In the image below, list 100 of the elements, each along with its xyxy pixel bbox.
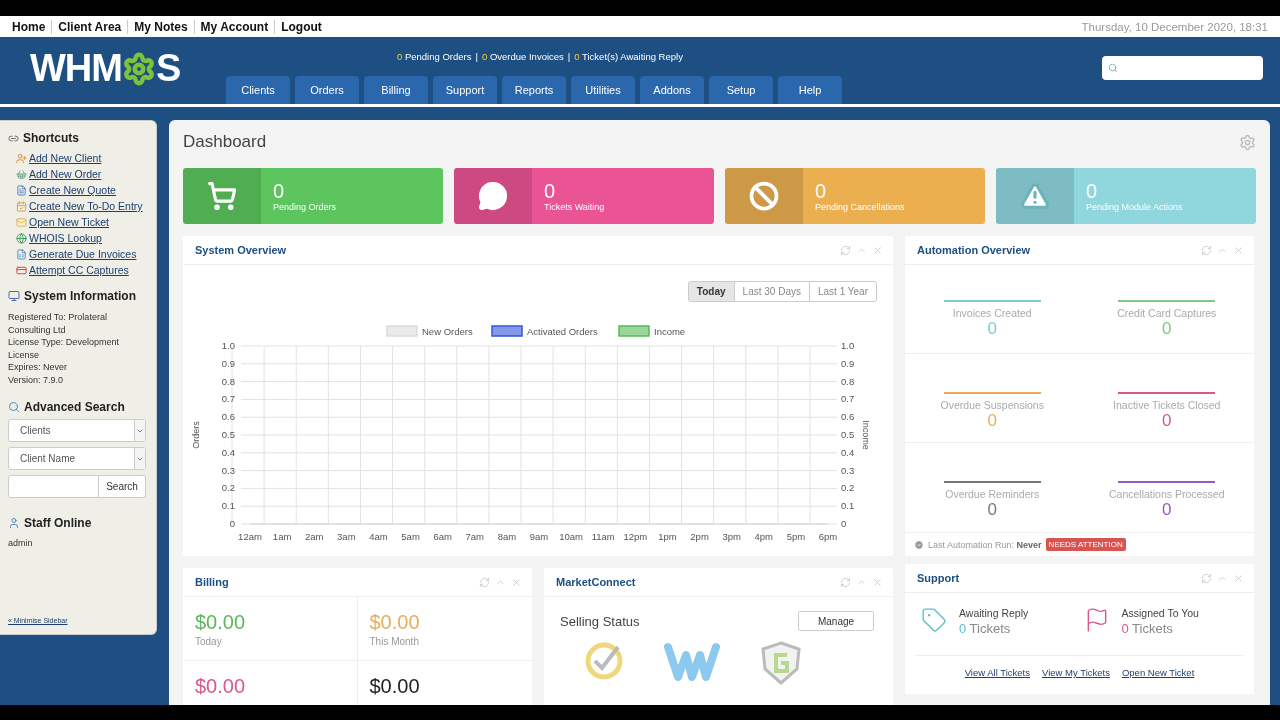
manage-button[interactable]: Manage bbox=[798, 611, 874, 631]
shortcut-link[interactable]: Add New Order bbox=[16, 168, 156, 180]
nav-tab[interactable]: Orders bbox=[295, 76, 359, 104]
system-info-text: Expires: Never bbox=[8, 361, 69, 374]
close-icon[interactable] bbox=[872, 576, 883, 588]
stat-label: Pending Cancellations bbox=[815, 202, 905, 212]
axis-tick-label: 11am bbox=[591, 531, 615, 542]
section-title: Advanced Search bbox=[24, 400, 125, 414]
amount: $0.00 bbox=[195, 675, 247, 698]
refresh-icon[interactable] bbox=[1201, 244, 1212, 256]
axis-tick-label: 0.5 bbox=[841, 429, 855, 440]
shortcut-link[interactable]: Attempt CC Captures bbox=[16, 264, 156, 276]
axis-tick-label: 0.2 bbox=[221, 482, 235, 494]
shortcut-link[interactable]: WHOIS Lookup bbox=[16, 232, 156, 244]
shortcut-link[interactable]: Create New To-Do Entry bbox=[16, 200, 156, 212]
ticket-link[interactable]: Open New Ticket bbox=[1121, 667, 1195, 678]
system-info-text: Version: 7.9.0 bbox=[8, 373, 65, 386]
stat-label: Pending Orders bbox=[273, 202, 337, 212]
top-nav-link[interactable]: Logout bbox=[274, 19, 328, 34]
axis-tick-label: 10am bbox=[559, 531, 583, 542]
metric-value: 0 bbox=[1162, 319, 1172, 339]
nav-tab[interactable]: Billing bbox=[364, 76, 428, 104]
amount: $0.00 bbox=[369, 611, 421, 634]
top-nav-link[interactable]: Home bbox=[12, 19, 52, 34]
field-select[interactable]: Client Name bbox=[8, 447, 146, 470]
panel-title: Billing bbox=[195, 576, 229, 588]
nav-tab[interactable]: Clients bbox=[226, 76, 290, 104]
range-button[interactable]: Last 1 Year bbox=[808, 281, 877, 302]
shortcut-link[interactable]: Open New Ticket bbox=[16, 216, 156, 228]
axis-tick-label: 3pm bbox=[722, 531, 741, 542]
basket-icon bbox=[16, 168, 27, 180]
axis-tick-label: 0.4 bbox=[221, 446, 235, 458]
refresh-icon[interactable] bbox=[840, 244, 851, 256]
stat-value: 0 bbox=[815, 180, 828, 202]
section-title: System Information bbox=[24, 289, 137, 303]
axis-title: Orders bbox=[191, 421, 201, 449]
metric-value: 0 bbox=[987, 411, 997, 431]
calendar-icon bbox=[16, 200, 27, 212]
metric-value: 0 bbox=[1162, 500, 1172, 520]
warning-icon bbox=[1020, 181, 1050, 211]
section-title: Staff Online bbox=[24, 516, 92, 530]
top-nav-link[interactable]: My Account bbox=[193, 19, 275, 34]
type-select[interactable]: Clients bbox=[8, 419, 146, 442]
nav-tab[interactable]: Support bbox=[433, 76, 497, 104]
legend-label: Income bbox=[654, 326, 686, 337]
axis-tick-label: 0.8 bbox=[221, 375, 235, 387]
alert-link[interactable]: 0 Ticket(s) Awaiting Reply bbox=[574, 51, 683, 62]
axis-tick-label: 0.6 bbox=[841, 411, 855, 423]
axis-tick-label: 0.1 bbox=[841, 500, 855, 512]
search-icon bbox=[1108, 63, 1118, 73]
amount-label: This Month bbox=[369, 636, 420, 647]
axis-tick-label: 7am bbox=[465, 531, 484, 542]
amount: $0.00 bbox=[195, 611, 247, 634]
nav-tab[interactable]: Utilities bbox=[571, 76, 635, 104]
shortcut-link[interactable]: Add New Client bbox=[16, 152, 156, 164]
refresh-icon[interactable] bbox=[479, 576, 490, 588]
axis-tick-label: 0.9 bbox=[841, 357, 855, 369]
nav-tab[interactable]: Setup bbox=[709, 76, 773, 104]
search-input[interactable] bbox=[8, 475, 99, 498]
axis-tick-label: 3am bbox=[337, 531, 356, 542]
axis-tick-label: 0.3 bbox=[841, 464, 855, 476]
settings-icon[interactable] bbox=[1239, 133, 1256, 151]
close-icon[interactable] bbox=[1233, 244, 1244, 256]
nav-tab[interactable]: Addons bbox=[640, 76, 704, 104]
page-title: Dashboard bbox=[183, 132, 267, 152]
support-label: Awaiting Reply bbox=[959, 607, 1029, 619]
status-badge: NEEDS ATTENTION bbox=[1045, 538, 1126, 551]
range-button[interactable]: Last 30 Days bbox=[733, 281, 810, 302]
separator: | bbox=[475, 51, 478, 62]
ticket-link[interactable]: View All Tickets bbox=[964, 667, 1030, 678]
nav-tab[interactable]: Help bbox=[778, 76, 842, 104]
close-icon[interactable] bbox=[511, 576, 522, 588]
alert-link[interactable]: 0 Overdue Invoices bbox=[481, 51, 564, 62]
document-icon bbox=[16, 184, 27, 196]
nav-tab[interactable]: Reports bbox=[502, 76, 566, 104]
top-nav-link[interactable]: My Notes bbox=[127, 19, 194, 34]
close-icon[interactable] bbox=[872, 244, 883, 256]
support-label: Assigned To You bbox=[1121, 607, 1199, 619]
shortcut-link[interactable]: Create New Quote bbox=[16, 184, 156, 196]
search-field[interactable] bbox=[1102, 56, 1263, 80]
refresh-icon[interactable] bbox=[1201, 572, 1212, 584]
search-button[interactable]: Search bbox=[99, 475, 146, 498]
axis-tick-label: 9am bbox=[529, 531, 549, 542]
stat-value: 0 bbox=[1086, 180, 1099, 202]
metric-value: 0 bbox=[987, 500, 997, 520]
top-nav-link[interactable]: Client Area bbox=[51, 19, 128, 34]
stat-value: 0 bbox=[273, 180, 286, 202]
shortcut-link[interactable]: Generate Due Invoices bbox=[16, 248, 156, 260]
axis-tick-label: 6am bbox=[433, 531, 452, 542]
user-add-icon bbox=[16, 152, 27, 164]
alert-link[interactable]: 0 Pending Orders bbox=[397, 51, 472, 62]
badge-check-drawing bbox=[584, 641, 624, 681]
shield-drawing bbox=[760, 641, 802, 685]
ticket-link[interactable]: View My Tickets bbox=[1042, 667, 1110, 678]
range-button[interactable]: Today bbox=[687, 281, 735, 302]
close-icon[interactable] bbox=[1233, 572, 1244, 584]
panel-title: Support bbox=[917, 572, 960, 584]
axis-tick-label: 1.0 bbox=[221, 340, 235, 351]
axis-tick-label: 2pm bbox=[690, 531, 709, 542]
refresh-icon[interactable] bbox=[840, 576, 851, 588]
